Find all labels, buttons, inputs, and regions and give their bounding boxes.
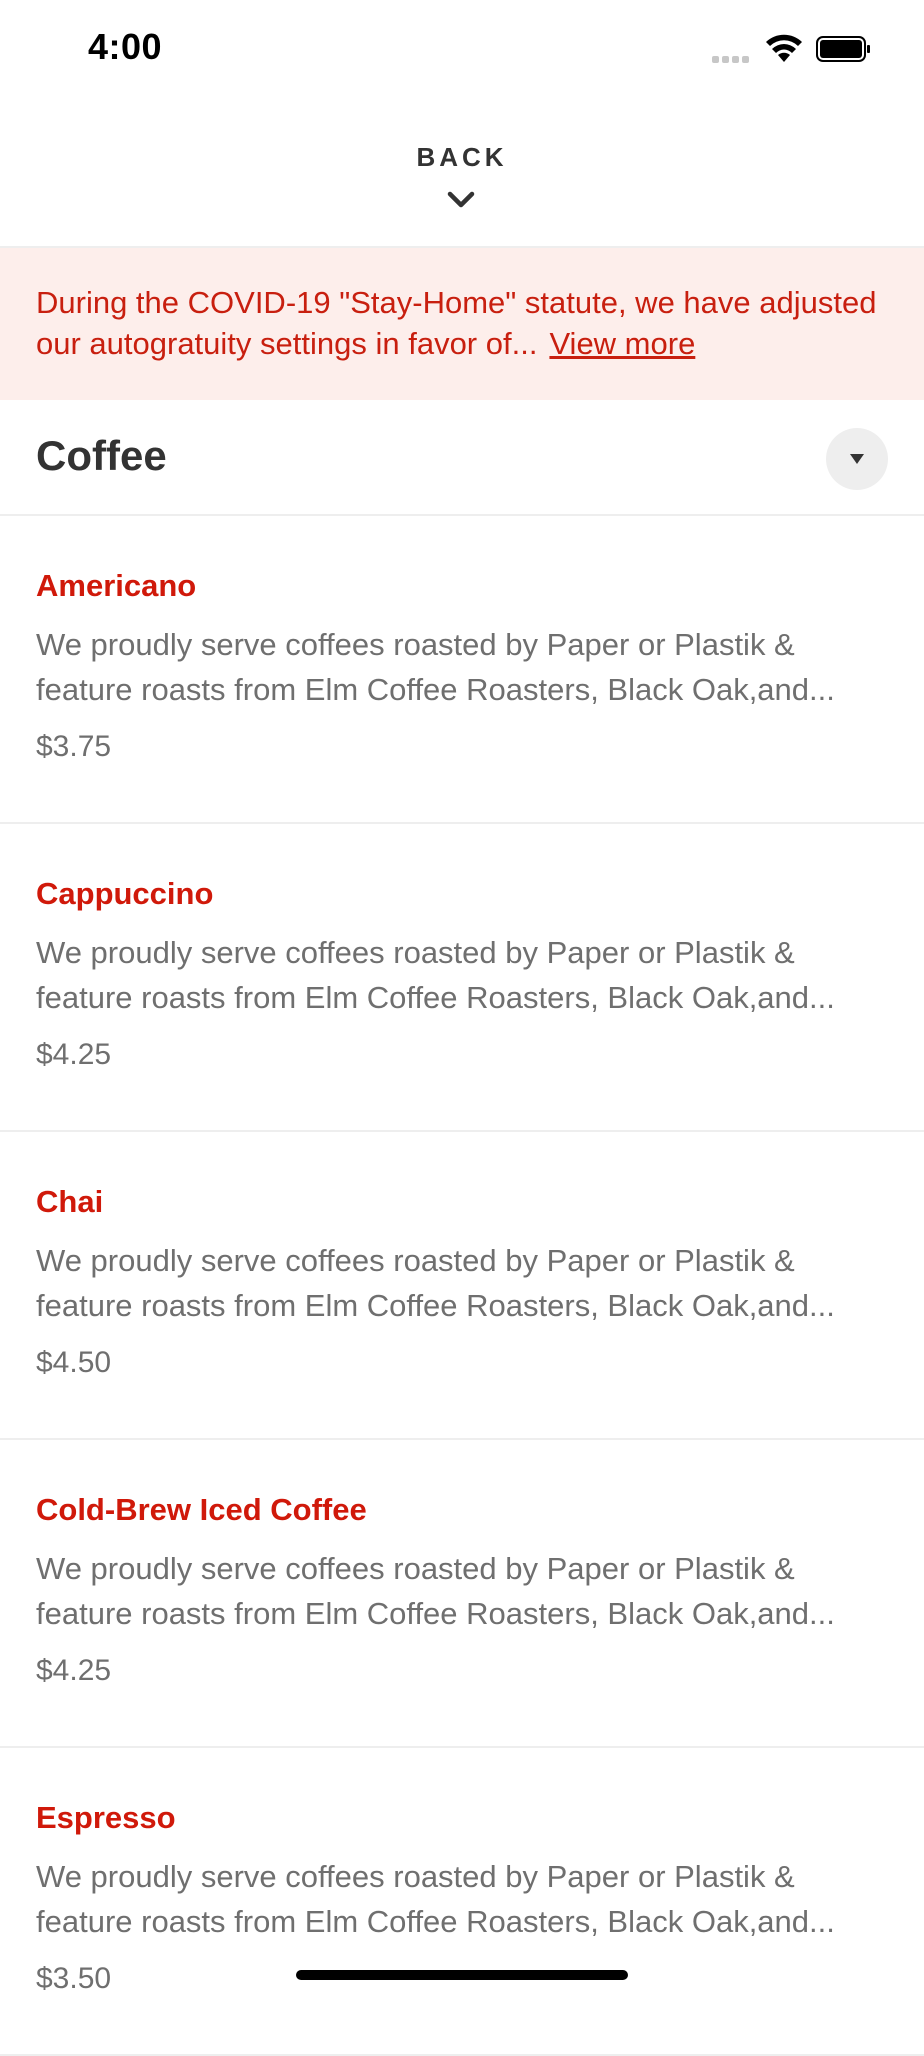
status-bar: 4:00	[0, 0, 924, 100]
item-price: $3.50	[36, 1962, 112, 1995]
category-collapse-button[interactable]	[826, 428, 888, 490]
signal-icon	[712, 56, 754, 64]
menu-item[interactable]: Chai We proudly serve coffees roasted by…	[0, 1132, 924, 1440]
menu-item[interactable]: Americano We proudly serve coffees roast…	[0, 516, 924, 824]
status-time: 4:00	[88, 26, 163, 67]
item-price: $3.75	[36, 730, 112, 763]
menu-item[interactable]: Cappuccino We proudly serve coffees roas…	[0, 824, 924, 1132]
item-description: We proudly serve coffees roasted by Pape…	[36, 935, 835, 1015]
back-button[interactable]: BACK	[0, 142, 924, 173]
category-header[interactable]: Coffee	[0, 402, 924, 516]
item-description: We proudly serve coffees roasted by Pape…	[36, 1243, 835, 1323]
back-header[interactable]: BACK	[0, 100, 924, 248]
item-price: $4.50	[36, 1346, 112, 1379]
dropdown-caret-icon	[850, 454, 864, 464]
notice-banner: During the COVID-19 "Stay-Home" statute,…	[0, 248, 924, 400]
view-more-link[interactable]: View more	[549, 326, 695, 361]
item-name: Chai	[36, 1184, 104, 1219]
item-price: $4.25	[36, 1038, 112, 1071]
menu-item-list: Americano We proudly serve coffees roast…	[0, 516, 924, 2056]
item-name: Americano	[36, 568, 197, 603]
item-description: We proudly serve coffees roasted by Pape…	[36, 1859, 835, 1939]
menu-item[interactable]: Espresso We proudly serve coffees roaste…	[0, 1748, 924, 2056]
item-description: We proudly serve coffees roasted by Pape…	[36, 627, 835, 707]
item-price: $4.25	[36, 1654, 112, 1687]
notice-text: During the COVID-19 "Stay-Home" statute,…	[36, 285, 877, 361]
home-indicator[interactable]	[296, 1970, 628, 1980]
chevron-down-icon[interactable]	[446, 190, 476, 210]
wifi-icon	[766, 34, 802, 62]
item-description: We proudly serve coffees roasted by Pape…	[36, 1551, 835, 1631]
item-name: Espresso	[36, 1800, 176, 1835]
category-title: Coffee	[36, 432, 167, 479]
battery-icon	[816, 36, 870, 62]
item-name: Cappuccino	[36, 876, 214, 911]
menu-item[interactable]: Cold-Brew Iced Coffee We proudly serve c…	[0, 1440, 924, 1748]
item-name: Cold-Brew Iced Coffee	[36, 1492, 367, 1527]
